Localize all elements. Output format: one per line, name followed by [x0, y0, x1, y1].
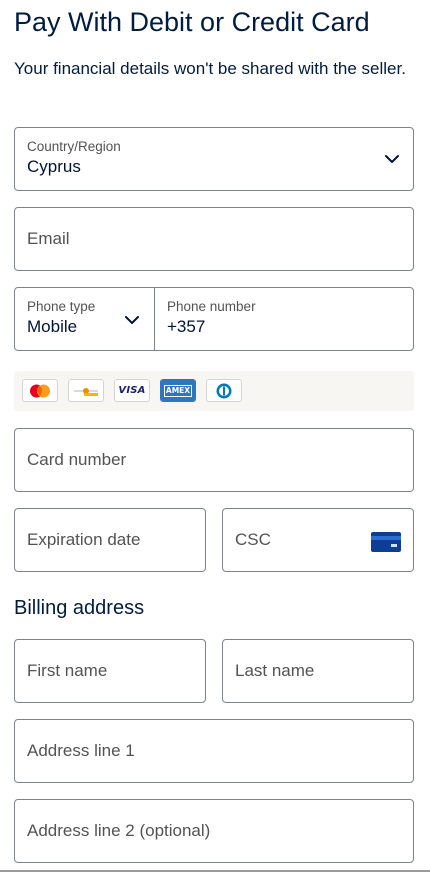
csc-field[interactable]: CSC: [222, 508, 414, 572]
phone-type-select[interactable]: Phone type Mobile: [15, 288, 154, 350]
address-line-1-placeholder: Address line 1: [27, 741, 135, 760]
first-name-field[interactable]: First name: [14, 639, 206, 703]
billing-address-heading: Billing address: [14, 597, 145, 619]
expiration-date-placeholder: Expiration date: [27, 530, 141, 549]
amex-icon: AMEX: [160, 379, 196, 402]
page-subtitle: Your financial details won't be shared w…: [14, 59, 406, 78]
phone-number-value: +357: [167, 317, 206, 336]
accepted-cards-strip: VISA AMEX: [14, 371, 414, 411]
email-field[interactable]: Email: [14, 207, 414, 271]
phone-group: Phone type Mobile Phone number +357: [14, 287, 414, 351]
phone-type-value: Mobile: [27, 317, 78, 336]
visa-icon: VISA: [114, 379, 150, 402]
country-region-label: Country/Region: [27, 139, 121, 154]
card-back-icon: [371, 532, 401, 552]
page-title: Pay With Debit or Credit Card: [14, 7, 370, 37]
phone-type-label: Phone type: [27, 299, 96, 314]
payment-form-page: Pay With Debit or Credit Card Your finan…: [0, 0, 430, 872]
card-number-field[interactable]: Card number: [14, 428, 414, 492]
mastercard-icon: [22, 379, 58, 402]
chevron-down-icon: [125, 316, 139, 324]
address-line-2-field[interactable]: Address line 2 (optional): [14, 799, 414, 863]
phone-number-field[interactable]: Phone number +357: [155, 288, 413, 350]
diners-club-icon: [206, 379, 242, 402]
expiration-date-field[interactable]: Expiration date: [14, 508, 206, 572]
country-region-value: Cyprus: [27, 157, 81, 176]
chevron-down-icon: [385, 155, 399, 163]
last-name-placeholder: Last name: [235, 661, 315, 680]
csc-placeholder: CSC: [235, 530, 271, 549]
last-name-field[interactable]: Last name: [222, 639, 414, 703]
address-line-2-placeholder: Address line 2 (optional): [27, 821, 211, 840]
phone-number-label: Phone number: [167, 299, 256, 314]
email-placeholder: Email: [27, 229, 70, 248]
card-number-placeholder: Card number: [27, 450, 127, 469]
first-name-placeholder: First name: [27, 661, 108, 680]
address-line-1-field[interactable]: Address line 1: [14, 719, 414, 783]
maestro-icon: [68, 379, 104, 402]
country-region-select[interactable]: Country/Region Cyprus: [14, 127, 414, 191]
